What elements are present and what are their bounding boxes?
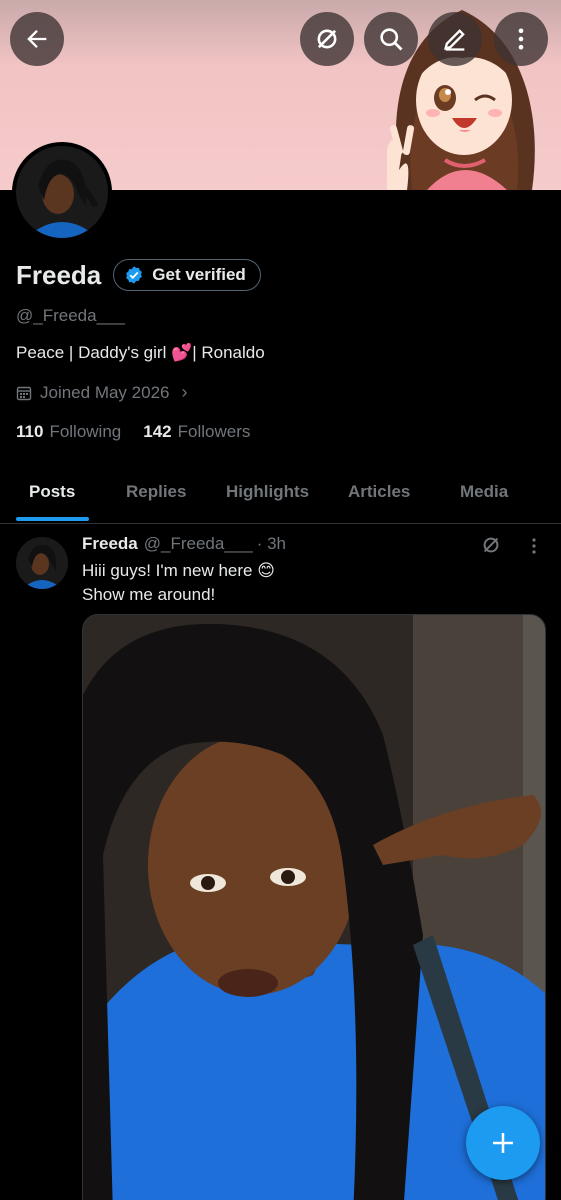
get-verified-button[interactable]: Get verified <box>113 259 261 291</box>
joined-date-text: Joined May 2026 <box>40 382 170 402</box>
edit-icon <box>444 29 465 51</box>
grok-icon <box>317 29 337 49</box>
post-grok-icon[interactable] <box>480 534 502 556</box>
followers-label[interactable]: Followers <box>178 422 251 442</box>
tab-articles[interactable]: Articles <box>348 482 410 502</box>
back-button[interactable] <box>10 12 64 66</box>
profile-handle: @_Freeda___ <box>16 306 125 325</box>
compose-post-button[interactable] <box>466 1106 540 1180</box>
tab-posts[interactable]: Posts <box>29 482 75 502</box>
active-tab-indicator <box>16 517 89 521</box>
post-media-image[interactable] <box>82 614 546 1200</box>
more-options-button[interactable] <box>494 12 548 66</box>
post-author-handle[interactable]: @_Freeda___ <box>144 534 253 554</box>
post-body: Hiii guys! I'm new here 😊 Show me around… <box>82 559 275 607</box>
following-label[interactable]: Following <box>49 422 121 442</box>
post-author-name[interactable]: Freeda <box>82 534 138 554</box>
follow-stats: 110 Following 142 Followers <box>16 422 272 442</box>
joined-date-row[interactable]: Joined May 2026 › <box>16 382 187 403</box>
profile-avatar[interactable] <box>12 142 112 242</box>
tab-replies[interactable]: Replies <box>126 482 186 502</box>
chevron-right-icon: › <box>181 382 188 402</box>
more-vertical-icon <box>518 28 524 50</box>
post-header: Freeda @_Freeda___ · 3h <box>82 534 286 554</box>
plus-icon <box>493 1133 513 1153</box>
edit-button[interactable] <box>428 12 482 66</box>
post-text-line-2: Show me around! <box>82 585 216 604</box>
post-timestamp: · 3h <box>256 534 286 553</box>
grok-button[interactable] <box>300 12 354 66</box>
followers-count[interactable]: 142 <box>143 422 171 442</box>
search-icon <box>380 28 403 51</box>
avatar-photo <box>16 146 108 238</box>
back-arrow-icon <box>27 30 47 48</box>
tab-media[interactable]: Media <box>460 482 508 502</box>
post-photo <box>83 615 545 1200</box>
post-more-icon[interactable] <box>526 536 542 556</box>
following-count[interactable]: 110 <box>16 422 43 442</box>
verified-badge-icon <box>126 266 143 284</box>
calendar-icon <box>16 386 32 400</box>
post-text-line-1: Hiii guys! I'm new here 😊 <box>82 561 275 580</box>
search-button[interactable] <box>364 12 418 66</box>
get-verified-label: Get verified <box>152 265 246 284</box>
tab-highlights[interactable]: Highlights <box>226 482 309 502</box>
profile-bio: Peace | Daddy's girl 💕| Ronaldo <box>16 343 265 362</box>
profile-display-name: Freeda <box>16 259 102 290</box>
profile-tabs: Posts Replies Highlights Articles Media <box>0 462 561 524</box>
post-avatar-photo <box>16 537 68 589</box>
profile-name-row: Freeda Get verified <box>16 259 261 291</box>
post-author-avatar[interactable] <box>16 537 68 589</box>
